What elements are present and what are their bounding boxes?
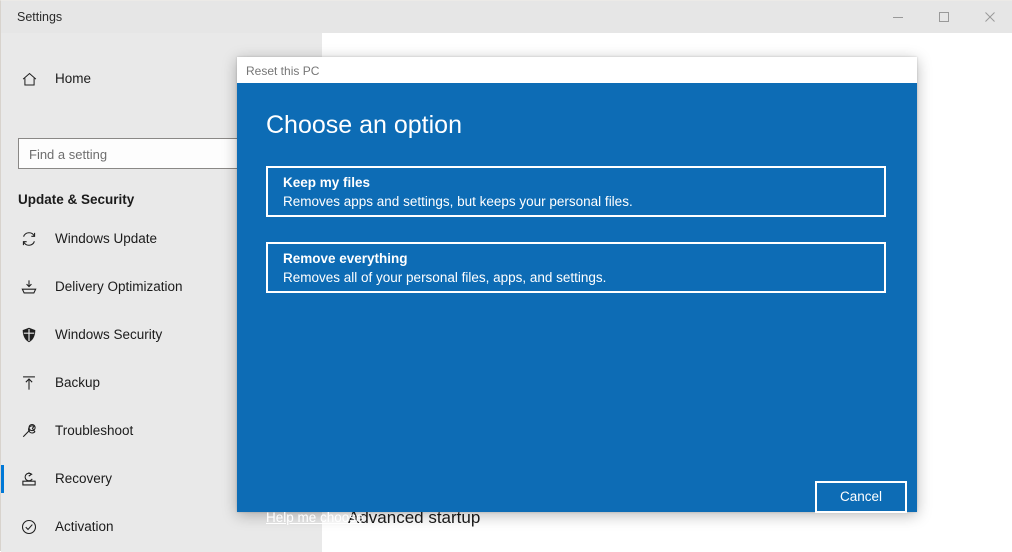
refresh-icon	[19, 229, 39, 249]
minimize-icon	[892, 11, 904, 23]
minimize-button[interactable]	[875, 1, 921, 32]
option-title: Keep my files	[283, 175, 371, 190]
search-placeholder: Find a setting	[29, 147, 108, 162]
settings-window: Settings Home Find a setting Update & Se…	[0, 0, 1012, 552]
option-description: Removes apps and settings, but keeps you…	[283, 194, 633, 209]
sidebar-item-label: Troubleshoot	[55, 423, 134, 438]
reset-this-pc-dialog: Reset this PC Choose an option Keep my f…	[237, 57, 917, 525]
check-circle-icon	[19, 517, 39, 537]
wrench-icon	[19, 421, 39, 441]
maximize-icon	[938, 11, 950, 23]
dialog-heading: Choose an option	[266, 111, 462, 139]
option-keep-my-files[interactable]: Keep my files Removes apps and settings,…	[266, 166, 886, 217]
delivery-icon	[19, 277, 39, 297]
dialog-title-bar: Reset this PC	[237, 57, 917, 84]
option-remove-everything[interactable]: Remove everything Removes all of your pe…	[266, 242, 886, 293]
sidebar-item-label: Recovery	[55, 471, 113, 486]
dialog-body: Choose an option Keep my files Removes a…	[237, 84, 917, 525]
upload-arrow-icon	[19, 373, 39, 393]
close-icon	[984, 11, 996, 23]
close-button[interactable]	[967, 1, 1012, 32]
title-bar: Settings	[1, 1, 1012, 34]
sidebar-item-label: Backup	[55, 375, 101, 390]
recovery-icon	[19, 469, 39, 489]
sidebar-item-label: Windows Update	[55, 231, 158, 246]
sidebar-item-label: Delivery Optimization	[55, 279, 183, 294]
option-description: Removes all of your personal files, apps…	[283, 270, 607, 285]
sidebar-item-label: Activation	[55, 519, 114, 534]
maximize-button[interactable]	[921, 1, 967, 32]
sidebar-item-label-home: Home	[55, 71, 92, 86]
help-me-choose-link[interactable]: Help me choose	[266, 509, 364, 527]
sidebar-item-label: Windows Security	[55, 327, 163, 342]
home-icon	[19, 69, 39, 89]
option-title: Remove everything	[283, 251, 408, 266]
shield-icon	[19, 325, 39, 345]
app-title: Settings	[17, 10, 63, 24]
dialog-title: Reset this PC	[246, 64, 320, 78]
cancel-button[interactable]: Cancel	[815, 481, 907, 513]
sidebar-category-title: Update & Security	[18, 192, 135, 207]
